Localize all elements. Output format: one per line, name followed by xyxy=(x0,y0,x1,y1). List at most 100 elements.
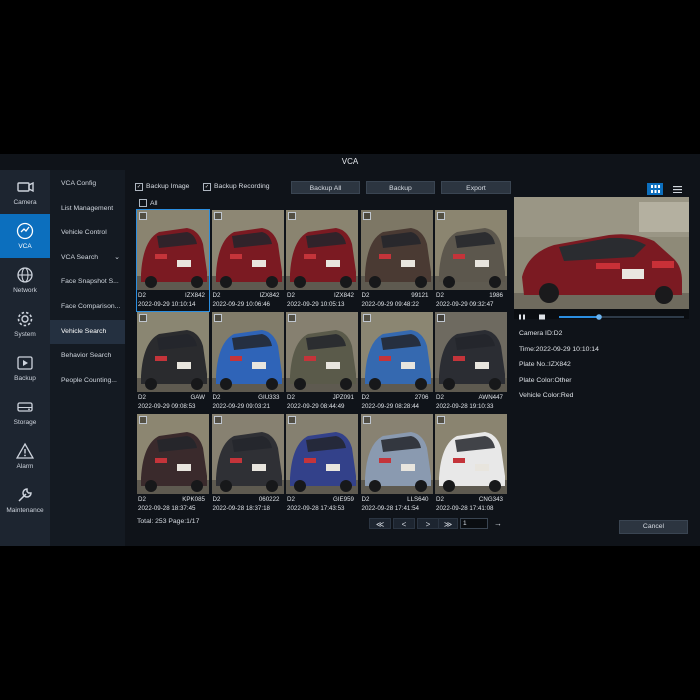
tile-camera: D2 xyxy=(138,394,146,401)
subnav-item-3[interactable]: VCA Search ⌄ xyxy=(50,246,125,270)
tile-checkbox[interactable] xyxy=(139,416,147,424)
tile-camera: D2 xyxy=(212,496,221,503)
tile-checkbox[interactable] xyxy=(362,212,371,220)
tile-checkbox[interactable] xyxy=(139,314,147,322)
subnav-item-4[interactable]: Face Snapshot S... xyxy=(50,270,125,294)
checkbox-icon xyxy=(139,199,147,207)
tile-time: 2022-09-29 10:10:14 xyxy=(138,301,196,308)
result-tile[interactable]: D2 GIU333 2022-09-29 09:03:21 xyxy=(211,312,284,413)
tile-checkbox[interactable] xyxy=(437,416,445,424)
vehicle-snapshot xyxy=(137,210,209,290)
mainnav-label: Camera xyxy=(13,199,37,206)
page-number-input[interactable] xyxy=(460,518,488,529)
result-tile[interactable]: D2 CNG343 2022-09-28 17:41:08 xyxy=(435,414,507,515)
tile-checkbox[interactable] xyxy=(213,212,222,220)
mainnav-item-backup[interactable]: Backup xyxy=(0,346,50,390)
tile-checkbox[interactable] xyxy=(213,416,222,424)
subnav-item-0[interactable]: VCA Config xyxy=(50,172,125,196)
mainnav-item-system[interactable]: System xyxy=(0,302,50,346)
tile-camera: D2 xyxy=(361,394,370,401)
playback-bar xyxy=(514,309,689,320)
mainnav-item-storage[interactable]: Storage xyxy=(0,390,50,434)
result-tile[interactable]: D2 IZX842 2022-09-29 10:10:14 xyxy=(136,209,210,312)
backup-image-checkbox[interactable]: ✓ Backup Image xyxy=(135,182,189,192)
subnav-item-8[interactable]: People Counting... xyxy=(50,369,125,393)
first-page-button[interactable]: ≪ xyxy=(369,518,391,529)
last-page-button[interactable]: ≫ xyxy=(438,518,458,529)
tile-plate: IZX842 xyxy=(259,292,280,299)
tile-info: D2 GIE959 2022-09-28 17:43:53 xyxy=(287,495,358,513)
tile-camera: D2 xyxy=(287,496,295,503)
mainnav-item-camera[interactable]: Camera xyxy=(0,170,50,214)
subnav-item-6[interactable]: Vehicle Search xyxy=(50,319,125,344)
mainnav-item-alarm[interactable]: Alarm xyxy=(0,434,50,478)
tile-checkbox[interactable] xyxy=(437,314,445,322)
stop-icon[interactable] xyxy=(539,314,545,320)
tile-plate: LLS640 xyxy=(407,496,429,503)
tile-checkbox[interactable] xyxy=(288,314,296,322)
backup-recording-checkbox[interactable]: ✓ Backup Recording xyxy=(203,182,270,192)
tile-checkbox[interactable] xyxy=(213,314,222,322)
seek-handle[interactable] xyxy=(596,314,602,320)
total-page-info: Total: 253 Page:1/17 xyxy=(137,518,200,525)
tile-checkbox[interactable] xyxy=(362,416,371,424)
tile-checkbox[interactable] xyxy=(437,212,445,220)
pause-icon[interactable] xyxy=(519,314,525,320)
vehicle-snapshot xyxy=(286,414,358,494)
tile-time: 2022-09-29 09:32:47 xyxy=(436,301,494,308)
tile-plate: GIE959 xyxy=(333,496,354,503)
result-tile[interactable]: D2 GAW 2022-09-29 09:08:53 xyxy=(137,312,209,413)
tile-camera: D2 xyxy=(138,496,146,503)
result-tile[interactable]: D2 99121 2022-09-29 09:48:22 xyxy=(360,210,433,311)
result-tile[interactable]: D2 060222 2022-09-28 18:37:18 xyxy=(211,414,284,515)
list-view-toggle[interactable] xyxy=(669,183,685,195)
tile-checkbox[interactable] xyxy=(288,212,296,220)
vehicle-snapshot xyxy=(360,312,433,392)
tile-time: 2022-09-28 17:41:08 xyxy=(436,505,494,512)
tile-time: 2022-09-29 10:06:46 xyxy=(212,301,270,308)
main-nav: Camera VCA Network System Backup Storage Alarm… xyxy=(0,170,50,546)
vehicle-snapshot xyxy=(435,312,507,392)
tile-time: 2022-09-29 09:48:22 xyxy=(361,301,419,308)
tile-camera: D2 xyxy=(212,292,221,299)
cancel-button[interactable]: Cancel xyxy=(619,520,688,534)
subnav-item-5[interactable]: Face Comparison... xyxy=(50,295,125,319)
result-tile[interactable]: D2 2706 2022-09-29 08:28:44 xyxy=(360,312,433,413)
result-tile[interactable]: D2 IZX842 2022-09-29 10:06:46 xyxy=(211,210,284,311)
subnav-item-7[interactable]: Behavior Search xyxy=(50,344,125,368)
backup-all-button[interactable]: Backup All xyxy=(291,181,360,194)
select-all-checkbox[interactable]: All xyxy=(139,199,158,207)
result-tile[interactable]: D2 LLS640 2022-09-28 17:41:54 xyxy=(360,414,433,515)
backup-button[interactable]: Backup xyxy=(366,181,435,194)
next-page-button[interactable]: > xyxy=(417,518,439,529)
tile-plate: GAW xyxy=(190,394,205,401)
result-tile[interactable]: D2 JPZ091 2022-09-29 08:44:49 xyxy=(286,312,358,413)
result-tile[interactable]: D2 IZX842 2022-09-29 10:05:13 xyxy=(286,210,358,311)
tile-checkbox[interactable] xyxy=(362,314,371,322)
go-page-button[interactable]: → xyxy=(490,518,506,529)
mainnav-label: Maintenance xyxy=(6,507,44,514)
tile-checkbox[interactable] xyxy=(288,416,296,424)
result-tile[interactable]: D2 1986 2022-09-29 09:32:47 xyxy=(435,210,507,311)
result-tile[interactable]: D2 GIE959 2022-09-28 17:43:53 xyxy=(286,414,358,515)
result-tile[interactable]: D2 KPK085 2022-09-28 18:37:45 xyxy=(137,414,209,515)
vehicle-snapshot xyxy=(435,414,507,494)
mainnav-item-network[interactable]: Network xyxy=(0,258,50,302)
prev-page-button[interactable]: < xyxy=(393,518,415,529)
mainnav-item-maintenance[interactable]: Maintenance xyxy=(0,478,50,522)
subnav-item-1[interactable]: List Management xyxy=(50,197,125,221)
grid-view-toggle[interactable] xyxy=(647,183,663,195)
preview-image xyxy=(514,197,689,309)
result-tile[interactable]: D2 AWN447 2022-09-28 19:10:33 xyxy=(435,312,507,413)
subnav-item-2[interactable]: Vehicle Control xyxy=(50,221,125,245)
tile-info: D2 AWN447 2022-09-28 19:10:33 xyxy=(436,393,507,411)
mainnav-item-vca[interactable]: VCA xyxy=(0,214,50,258)
subnav-label: Vehicle Control xyxy=(61,229,107,237)
tile-camera: D2 xyxy=(436,292,444,299)
subnav-label: Vehicle Search xyxy=(61,327,107,335)
export-button[interactable]: Export xyxy=(441,181,511,194)
tile-plate: JPZ091 xyxy=(332,394,354,401)
tile-checkbox[interactable] xyxy=(139,212,147,220)
select-all-label: All xyxy=(150,199,158,207)
mainnav-label: Backup xyxy=(14,375,36,382)
